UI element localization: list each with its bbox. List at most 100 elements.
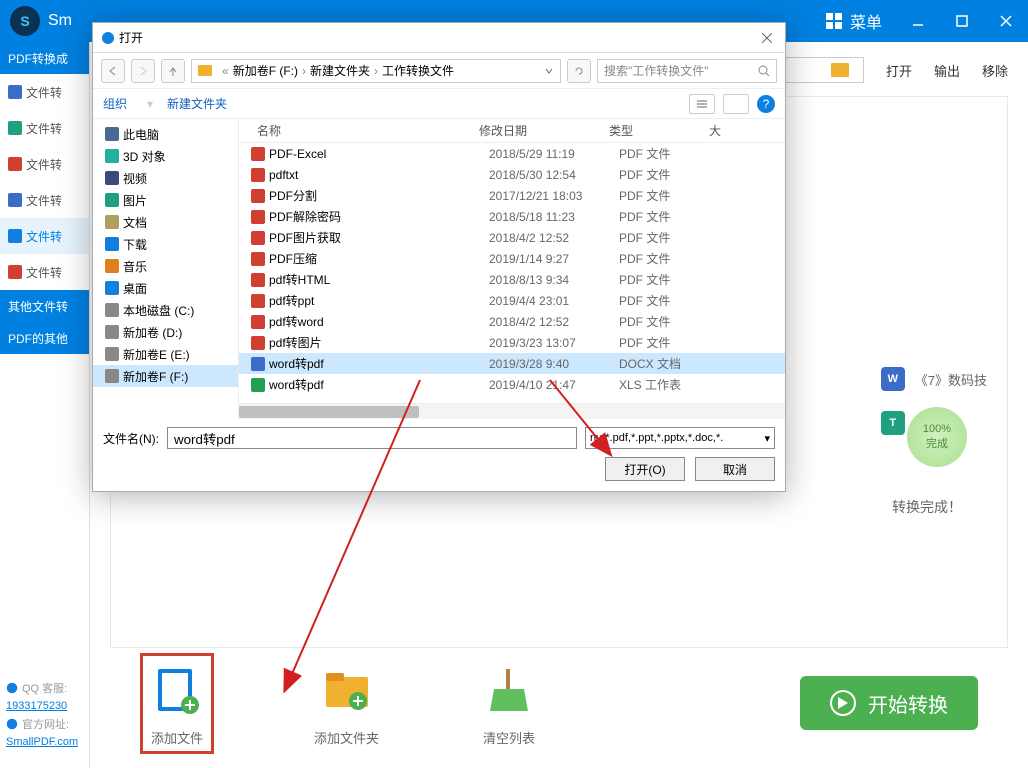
qq-link[interactable]: 1933175230 (6, 700, 67, 712)
tree-item[interactable]: 新加卷E (E:) (93, 343, 238, 365)
file-row[interactable]: word转pdf2019/3/28 9:40DOCX 文档 (239, 353, 785, 374)
add-folder-button[interactable]: 添加文件夹 (314, 660, 379, 747)
file-filter-select[interactable]: ny(*.pdf,*.ppt,*.pptx,*.doc,*. ▾ (585, 427, 775, 449)
help-icon[interactable]: ? (757, 95, 775, 113)
pdf-icon (251, 336, 265, 350)
organize-menu[interactable]: 组织 (103, 95, 127, 112)
refresh-button[interactable] (567, 59, 591, 83)
tree-item[interactable]: 新加卷F (F:) (93, 365, 238, 387)
sidebar-item[interactable]: 文件转 (0, 74, 89, 110)
file-type-icon (8, 229, 22, 243)
close-button[interactable] (984, 0, 1028, 42)
output-tab[interactable]: 打开 (886, 61, 912, 80)
pdf-icon (251, 294, 265, 308)
file-type-icon (8, 85, 22, 99)
sidebar-header-3: PDF的其他 (0, 322, 89, 354)
pdf-icon (251, 147, 265, 161)
pdf-icon (251, 210, 265, 224)
file-row[interactable]: pdftxt2018/5/30 12:54PDF 文件 (239, 164, 785, 185)
tree-item[interactable]: 3D 对象 (93, 145, 238, 167)
file-type-badge: W (881, 367, 905, 391)
column-headers[interactable]: 名称 修改日期 类型 大 (239, 119, 785, 143)
breadcrumb-segment[interactable]: 新加卷F (F:) (233, 64, 298, 78)
nav-fwd-button[interactable] (131, 59, 155, 83)
minimize-button[interactable] (896, 0, 940, 42)
sidebar-header-2: 其他文件转 (0, 290, 89, 322)
search-icon (758, 65, 770, 77)
done-text: 转换完成！ (892, 497, 962, 517)
add-file-button[interactable]: 添加文件 (140, 653, 214, 754)
file-row[interactable]: PDF图片获取2018/4/2 12:52PDF 文件 (239, 227, 785, 248)
sidebar-item[interactable]: 文件转 (0, 254, 89, 290)
search-input[interactable]: 搜索"工作转换文件" (597, 59, 777, 83)
output-tab[interactable]: 移除 (982, 61, 1008, 80)
folder-tree[interactable]: 此电脑3D 对象视频图片文档下载音乐桌面本地磁盘 (C:)新加卷 (D:)新加卷… (93, 119, 239, 419)
output-tab[interactable]: 输出 (934, 61, 960, 80)
add-folder-icon (317, 660, 377, 720)
file-type-badge: T (881, 411, 905, 435)
tree-item[interactable]: 下载 (93, 233, 238, 255)
open-button[interactable]: 打开(O) (605, 457, 685, 481)
pdf-icon (251, 252, 265, 266)
folder-icon (198, 65, 212, 76)
horizontal-scrollbar[interactable] (239, 403, 785, 419)
chevron-down-icon[interactable] (544, 66, 554, 76)
tree-item[interactable]: 新加卷 (D:) (93, 321, 238, 343)
disk-icon (105, 303, 119, 317)
filename-input[interactable] (167, 427, 577, 449)
sidebar: PDF转换成 文件转文件转文件转文件转文件转文件转 其他文件转 PDF的其他 Q… (0, 42, 90, 768)
file-row[interactable]: PDF-Excel2018/5/29 11:19PDF 文件 (239, 143, 785, 164)
sidebar-item[interactable]: 文件转 (0, 182, 89, 218)
file-row[interactable]: PDF分割2017/12/21 18:03PDF 文件 (239, 185, 785, 206)
app-logo-icon: S (10, 6, 40, 36)
file-type-icon (8, 121, 22, 135)
dialog-close-button[interactable] (757, 28, 777, 48)
file-row[interactable]: pdf转图片2019/3/23 13:07PDF 文件 (239, 332, 785, 353)
breadcrumb-path[interactable]: « 新加卷F (F:)›新建文件夹›工作转换文件 (191, 59, 561, 83)
site-link[interactable]: SmallPDF.com (6, 736, 78, 748)
preview-toggle[interactable] (723, 94, 749, 114)
disk-icon (105, 347, 119, 361)
sidebar-item[interactable]: 文件转 (0, 110, 89, 146)
tree-item[interactable]: 本地磁盘 (C:) (93, 299, 238, 321)
xls-icon (251, 378, 265, 392)
tree-item[interactable]: 此电脑 (93, 123, 238, 145)
sidebar-item[interactable]: 文件转 (0, 146, 89, 182)
file-row[interactable]: PDF解除密码2018/5/18 11:23PDF 文件 (239, 206, 785, 227)
breadcrumb-segment[interactable]: 新建文件夹 (310, 64, 370, 78)
clear-list-button[interactable]: 清空列表 (479, 660, 539, 747)
play-icon (830, 690, 856, 716)
cancel-button[interactable]: 取消 (695, 457, 775, 481)
tree-item[interactable]: 音乐 (93, 255, 238, 277)
breadcrumb-segment[interactable]: 工作转换文件 (382, 64, 454, 78)
new-folder-button[interactable]: 新建文件夹 (167, 95, 227, 112)
tree-item[interactable]: 视频 (93, 167, 238, 189)
file-row[interactable]: word转pdf2019/4/10 21:47XLS 工作表 (239, 374, 785, 395)
file-row[interactable]: pdf转HTML2018/8/13 9:34PDF 文件 (239, 269, 785, 290)
view-mode-button[interactable] (689, 94, 715, 114)
add-file-icon (147, 660, 207, 720)
sidebar-header-1: PDF转换成 (0, 42, 89, 74)
menu-grid-icon (826, 13, 842, 29)
nav-up-button[interactable] (161, 59, 185, 83)
maximize-button[interactable] (940, 0, 984, 42)
converted-file-row[interactable]: W《7》数码技 (871, 357, 997, 401)
footer-info: QQ 客服: 1933175230 官方网址: SmallPDF.com (0, 666, 89, 768)
docx-icon (251, 357, 265, 371)
sidebar-item[interactable]: 文件转 (0, 218, 89, 254)
file-row[interactable]: PDF压缩2019/1/14 9:27PDF 文件 (239, 248, 785, 269)
video-icon (105, 171, 119, 185)
tree-item[interactable]: 图片 (93, 189, 238, 211)
tree-item[interactable]: 桌面 (93, 277, 238, 299)
music-icon (105, 259, 119, 273)
nav-back-button[interactable] (101, 59, 125, 83)
pdf-icon (251, 273, 265, 287)
file-row[interactable]: pdf转word2018/4/2 12:52PDF 文件 (239, 311, 785, 332)
start-convert-button[interactable]: 开始转换 (800, 676, 978, 730)
file-row[interactable]: pdf转ppt2019/4/4 23:01PDF 文件 (239, 290, 785, 311)
dialog-icon (101, 31, 115, 45)
menu-button[interactable]: 菜单 (812, 0, 896, 42)
tree-item[interactable]: 文档 (93, 211, 238, 233)
disk-icon (105, 369, 119, 383)
doc-icon (105, 215, 119, 229)
